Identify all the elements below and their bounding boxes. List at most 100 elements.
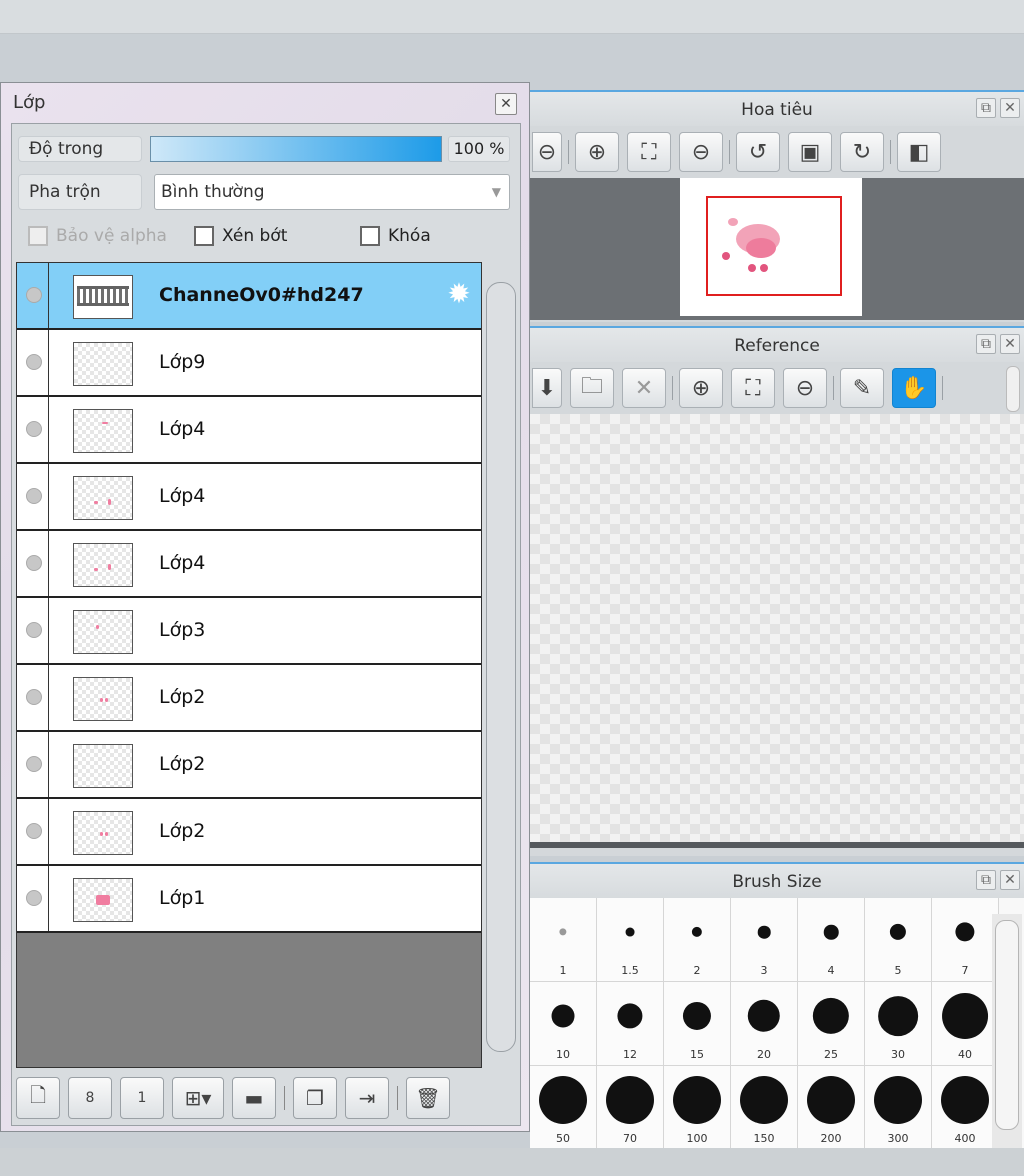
brush-size-cell[interactable]: 50 bbox=[530, 1066, 597, 1150]
layer-row[interactable]: Lớp4 bbox=[17, 397, 481, 464]
eyedropper-icon[interactable]: ✎ bbox=[840, 368, 884, 408]
visibility-column[interactable] bbox=[17, 263, 49, 328]
close-icon[interactable]: ✕ bbox=[495, 93, 517, 115]
protect-alpha-checkbox[interactable]: Bảo vệ alpha bbox=[28, 226, 167, 246]
visibility-toggle-icon[interactable] bbox=[26, 622, 42, 638]
merge-down-icon[interactable]: ⇥ bbox=[345, 1077, 389, 1119]
brush-size-cell[interactable]: 3 bbox=[731, 898, 798, 982]
brush-size-cell[interactable]: 30 bbox=[865, 982, 932, 1066]
layer-row[interactable]: Lớp2 bbox=[17, 799, 481, 866]
visibility-column[interactable] bbox=[17, 598, 49, 663]
brush-size-cell[interactable]: 15 bbox=[664, 982, 731, 1066]
close-icon[interactable]: ✕ bbox=[622, 368, 666, 408]
layer-row[interactable]: Lớp2 bbox=[17, 665, 481, 732]
fit-icon[interactable]: ⛶ bbox=[627, 132, 671, 172]
close-icon[interactable]: ✕ bbox=[1000, 870, 1020, 890]
visibility-column[interactable] bbox=[17, 665, 49, 730]
undock-icon[interactable]: ⧉ bbox=[976, 98, 996, 118]
navigator-preview[interactable] bbox=[530, 178, 1024, 320]
visibility-column[interactable] bbox=[17, 464, 49, 529]
brush-size-cell[interactable]: 5 bbox=[865, 898, 932, 982]
open-folder-icon[interactable]: 🗀 bbox=[570, 368, 614, 408]
close-icon[interactable]: ✕ bbox=[1000, 98, 1020, 118]
visibility-toggle-icon[interactable] bbox=[26, 287, 42, 303]
brush-size-cell[interactable]: 200 bbox=[798, 1066, 865, 1150]
hand-icon[interactable]: ✋ bbox=[892, 368, 936, 408]
visibility-toggle-icon[interactable] bbox=[26, 756, 42, 772]
lock-checkbox[interactable]: Khóa bbox=[360, 226, 431, 246]
visibility-toggle-icon[interactable] bbox=[26, 421, 42, 437]
brush-size-cell[interactable]: 2 bbox=[664, 898, 731, 982]
gear-icon[interactable]: ✹ bbox=[443, 278, 475, 310]
new-1bit-layer-icon[interactable]: 1 bbox=[120, 1077, 164, 1119]
brush-size-cell[interactable]: 400 bbox=[932, 1066, 999, 1150]
layer-panel-title-bar[interactable]: Lớp ✕ bbox=[1, 83, 529, 123]
flip-icon[interactable]: ◧ bbox=[897, 132, 941, 172]
layer-row[interactable]: Lớp9 bbox=[17, 330, 481, 397]
duplicate-layer-icon[interactable]: ❐ bbox=[293, 1077, 337, 1119]
import-icon[interactable]: ⬇ bbox=[532, 368, 562, 408]
frame-icon[interactable]: ▣ bbox=[788, 132, 832, 172]
zoom-in-icon[interactable]: ⊕ bbox=[575, 132, 619, 172]
brush-size-cell[interactable]: 100 bbox=[664, 1066, 731, 1150]
brush-size-cell[interactable]: 25 bbox=[798, 982, 865, 1066]
add-layer-menu-icon[interactable]: ⊞▾ bbox=[172, 1077, 224, 1119]
brush-size-cell[interactable]: 10 bbox=[530, 982, 597, 1066]
reference-canvas[interactable] bbox=[530, 414, 1024, 848]
brush-size-cell[interactable]: 12 bbox=[597, 982, 664, 1066]
rotate-right-icon[interactable]: ↻ bbox=[840, 132, 884, 172]
zoom-actual-icon[interactable]: ⊖ bbox=[532, 132, 562, 172]
brush-size-scrollbar[interactable] bbox=[992, 914, 1022, 1166]
zoom-in-icon[interactable]: ⊕ bbox=[679, 368, 723, 408]
layer-row[interactable]: Lớp1 bbox=[17, 866, 481, 933]
opacity-slider[interactable] bbox=[150, 136, 442, 162]
layer-row[interactable]: Lớp2 bbox=[17, 732, 481, 799]
visibility-toggle-icon[interactable] bbox=[26, 354, 42, 370]
visibility-toggle-icon[interactable] bbox=[26, 823, 42, 839]
brush-size-cell[interactable]: 20 bbox=[731, 982, 798, 1066]
undock-icon[interactable]: ⧉ bbox=[976, 334, 996, 354]
navigator-title-bar[interactable]: Hoa tiêu ⧉ ✕ bbox=[530, 90, 1024, 126]
layer-row[interactable]: Lớp4 bbox=[17, 531, 481, 598]
brush-size-cell[interactable]: 70 bbox=[597, 1066, 664, 1150]
visibility-toggle-icon[interactable] bbox=[26, 488, 42, 504]
scrollbar-thumb[interactable] bbox=[486, 282, 516, 1052]
brush-size-cell[interactable]: 7 bbox=[932, 898, 999, 982]
visibility-column[interactable] bbox=[17, 866, 49, 931]
blend-mode-select[interactable]: Bình thường ▼ bbox=[154, 174, 510, 210]
visibility-toggle-icon[interactable] bbox=[26, 689, 42, 705]
visibility-column[interactable] bbox=[17, 397, 49, 462]
new-8bit-layer-icon[interactable]: 8 bbox=[68, 1077, 112, 1119]
fit-icon[interactable]: ⛶ bbox=[731, 368, 775, 408]
brush-size-cell[interactable]: 300 bbox=[865, 1066, 932, 1150]
brush-size-cell[interactable]: 40 bbox=[932, 982, 999, 1066]
visibility-toggle-icon[interactable] bbox=[26, 890, 42, 906]
layer-row[interactable]: Lớp3 bbox=[17, 598, 481, 665]
brush-size-title-bar[interactable]: Brush Size ⧉ ✕ bbox=[530, 862, 1024, 898]
visibility-toggle-icon[interactable] bbox=[26, 555, 42, 571]
visibility-column[interactable] bbox=[17, 531, 49, 596]
scrollbar-thumb[interactable] bbox=[995, 920, 1019, 1130]
new-folder-icon[interactable]: ▬ bbox=[232, 1077, 276, 1119]
layer-list-scrollbar[interactable] bbox=[484, 264, 518, 1064]
brush-size-cell[interactable]: 1 bbox=[530, 898, 597, 982]
visibility-column[interactable] bbox=[17, 732, 49, 797]
visibility-column[interactable] bbox=[17, 799, 49, 864]
visibility-column[interactable] bbox=[17, 330, 49, 395]
layer-row[interactable]: Lớp4 bbox=[17, 464, 481, 531]
opacity-value[interactable]: 100 % bbox=[448, 136, 510, 162]
close-icon[interactable]: ✕ bbox=[1000, 334, 1020, 354]
brush-size-cell[interactable]: 150 bbox=[731, 1066, 798, 1150]
delete-layer-icon[interactable]: 🗑 bbox=[406, 1077, 450, 1119]
layer-row[interactable]: ChanneOv0#hd247 ✹ bbox=[17, 263, 481, 330]
clipping-checkbox[interactable]: Xén bớt bbox=[194, 226, 287, 246]
zoom-out-icon[interactable]: ⊖ bbox=[679, 132, 723, 172]
layer-list[interactable]: ChanneOv0#hd247 ✹ Lớp9 Lớp4 Lớp4 Lớp4 Lớp3 Lớp2… bbox=[16, 262, 482, 1068]
brush-size-cell[interactable]: 4 bbox=[798, 898, 865, 982]
reference-scrollbar[interactable] bbox=[1006, 366, 1020, 412]
reference-title-bar[interactable]: Reference ⧉ ✕ bbox=[530, 326, 1024, 362]
zoom-out-icon[interactable]: ⊖ bbox=[783, 368, 827, 408]
undock-icon[interactable]: ⧉ bbox=[976, 870, 996, 890]
rotate-left-icon[interactable]: ↺ bbox=[736, 132, 780, 172]
new-layer-icon[interactable]: 🗋 bbox=[16, 1077, 60, 1119]
